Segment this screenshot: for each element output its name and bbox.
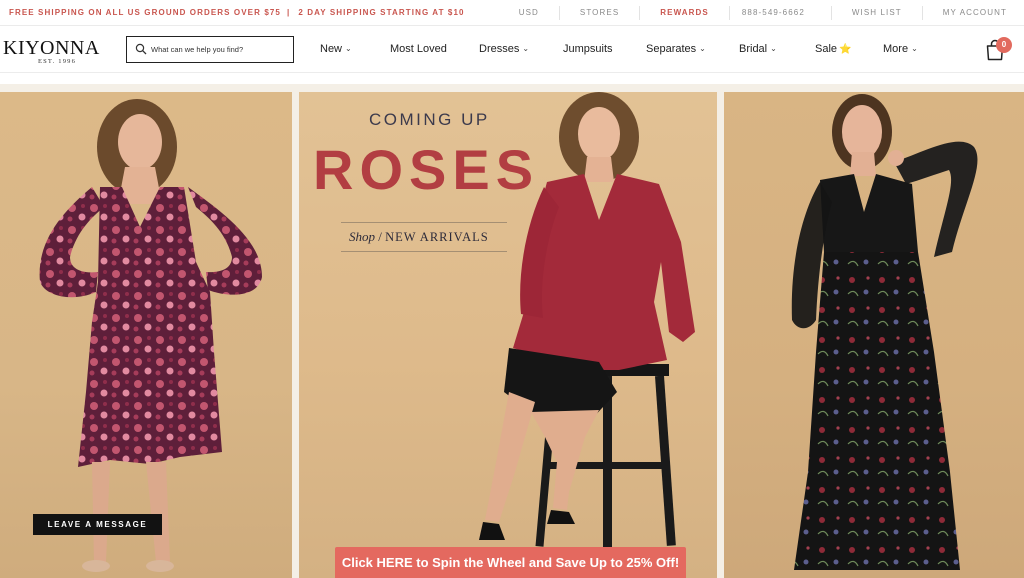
hero-headline: ROSES — [313, 138, 540, 201]
nav-item-most-loved[interactable]: Most Loved — [390, 43, 447, 55]
phone-link[interactable]: 888-549-6662 — [728, 6, 831, 20]
main-header: KIYONNA EST. 1996 New⌄ Most Loved Dresse… — [0, 27, 1024, 73]
wishlist-link[interactable]: WISH LIST — [830, 6, 922, 20]
model-floral-dress-image — [39, 99, 262, 572]
hero-divider-bottom — [341, 251, 507, 252]
hero-panel-floral-dress[interactable] — [0, 92, 292, 578]
utility-nav: USD STORES REWARDS 888-549-6662 WISH LIS… — [499, 0, 1024, 26]
shop-prefix: Shop — [349, 229, 375, 244]
spin-wheel-banner-button[interactable]: Click HERE to Spin the Wheel and Save Up… — [335, 547, 686, 578]
hero-panel-black-gown[interactable] — [724, 92, 1024, 578]
search-box[interactable] — [126, 36, 294, 63]
chevron-down-icon: ⌄ — [522, 44, 530, 53]
nav-item-jumpsuits[interactable]: Jumpsuits — [563, 43, 613, 55]
nav-item-dresses[interactable]: Dresses ⌄ — [479, 43, 529, 55]
nav-item-label: Separates — [646, 43, 697, 55]
promo-text: FREE SHIPPING ON ALL US GROUND ORDERS OV… — [9, 8, 465, 17]
hero-divider-top — [341, 222, 507, 223]
promo-two-day-shipping[interactable]: 2 DAY SHIPPING STARTING AT $10 — [298, 8, 464, 17]
currency-selector[interactable]: USD — [499, 6, 559, 20]
brand-name: KIYONNA — [3, 37, 100, 59]
shop-new-arrivals-link[interactable]: Shop / NEW ARRIVALS — [349, 229, 489, 245]
chevron-down-icon: ⌄ — [345, 44, 352, 53]
nav-item-label: Bridal — [739, 43, 768, 55]
shop-separator: / — [378, 229, 382, 244]
nav-item-sale[interactable]: Sale ⭐ — [815, 43, 851, 55]
nav-item-label: Most Loved — [390, 43, 447, 55]
nav-item-label: New — [320, 43, 343, 55]
model-black-gown-image — [791, 94, 978, 570]
nav-item-separates[interactable]: Separates ⌄ — [646, 43, 706, 55]
nav-item-label: Dresses — [479, 43, 520, 55]
brand-logo[interactable]: KIYONNA EST. 1996 — [3, 38, 111, 65]
nav-item-label: Sale — [815, 43, 838, 55]
promo-free-shipping: FREE SHIPPING ON ALL US GROUND ORDERS OV… — [9, 8, 281, 17]
nav-item-bridal[interactable]: Bridal ⌄ — [739, 43, 777, 55]
stores-link[interactable]: STORES — [558, 6, 639, 20]
chevron-down-icon: ⌄ — [699, 44, 706, 53]
rewards-link[interactable]: REWARDS — [639, 6, 729, 20]
nav-item-new[interactable]: New ⌄ — [320, 43, 352, 55]
nav-item-more[interactable]: More ⌄ — [883, 43, 918, 55]
my-account-link[interactable]: MY ACCOUNT — [921, 6, 1024, 20]
cart-count-badge[interactable]: 0 — [996, 37, 1012, 53]
hero-banner[interactable]: COMING UP ROSES Shop / NEW ARRIVALS — [0, 84, 1024, 578]
nav-item-label: More — [883, 43, 909, 55]
chevron-down-icon: ⌄ — [770, 44, 777, 53]
promo-separator: | — [286, 8, 291, 17]
brand-established: EST. 1996 — [37, 58, 77, 65]
top-bar: FREE SHIPPING ON ALL US GROUND ORDERS OV… — [0, 0, 1024, 26]
chevron-down-icon: ⌄ — [911, 44, 918, 53]
nav-item-label: Jumpsuits — [563, 43, 613, 55]
hero-eyebrow: COMING UP — [369, 110, 490, 129]
leave-message-button[interactable]: LEAVE A MESSAGE — [33, 514, 162, 535]
search-input[interactable] — [151, 40, 289, 58]
new-arrivals-label: NEW ARRIVALS — [385, 230, 489, 244]
star-icon: ⭐ — [839, 44, 852, 55]
search-icon — [135, 43, 147, 55]
